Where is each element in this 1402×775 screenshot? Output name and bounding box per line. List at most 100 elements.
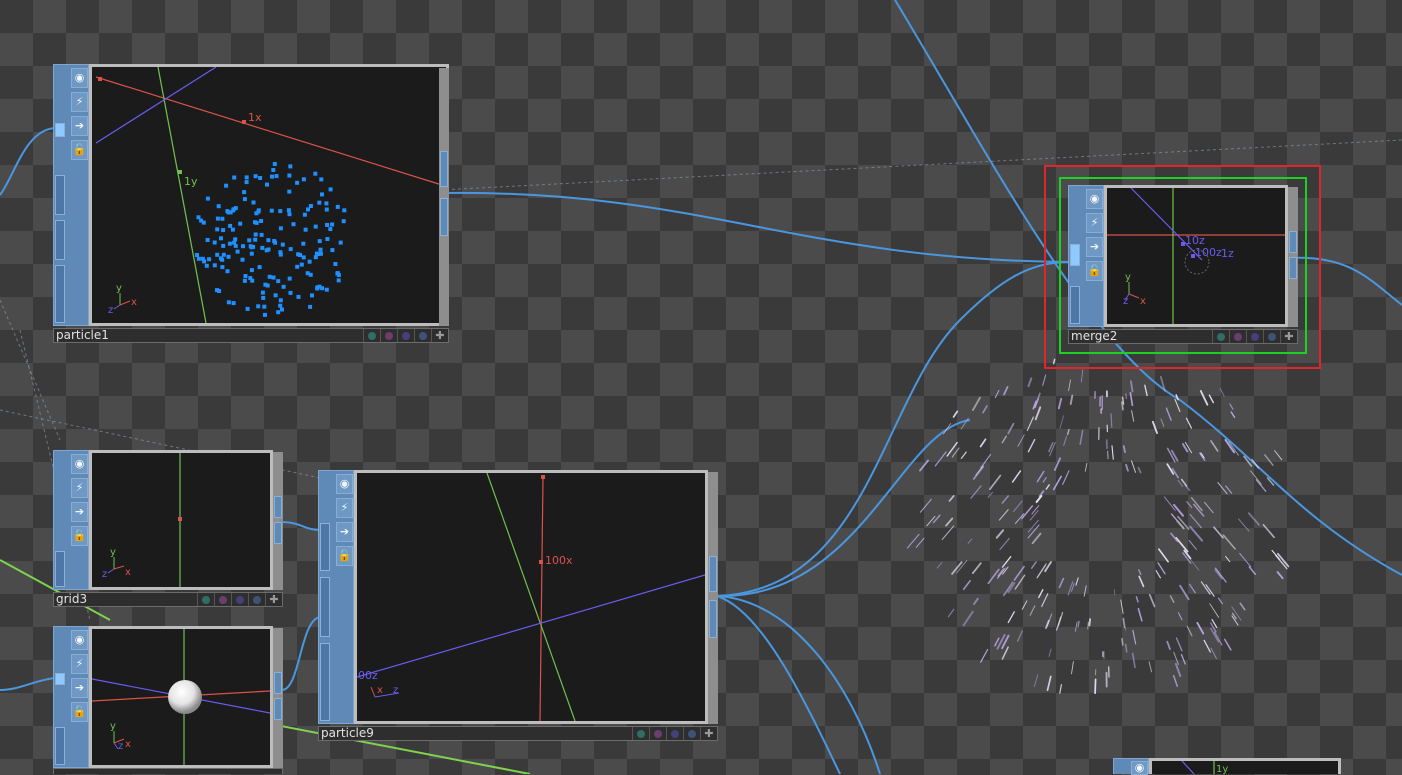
node-viewer[interactable]: y z x [89, 450, 273, 590]
axis-gizmo: y z x [108, 283, 137, 316]
particle-point [337, 278, 341, 282]
node-resize-bar[interactable] [439, 68, 449, 326]
plus-icon[interactable]: ✚ [265, 593, 282, 606]
node-viewer[interactable]: 1x 1y y z x [89, 64, 449, 326]
bypass-icon[interactable]: ⚡ [71, 92, 88, 112]
node-merge2[interactable]: ◉ ⚡ ➔ 🔓 10z 100z 1z y [1068, 185, 1298, 345]
node-toolbar: ◉ ⚡ ➔ 🔓 [318, 470, 354, 724]
node-name[interactable]: grid3 [56, 592, 87, 606]
lock-icon[interactable]: 🔓 [71, 526, 88, 546]
particle-point [295, 181, 299, 185]
input-connector[interactable] [55, 265, 65, 323]
flag-dot[interactable] [1263, 330, 1280, 343]
flag-dot[interactable] [1229, 330, 1246, 343]
output-connector[interactable] [274, 496, 282, 518]
particle-point [222, 253, 226, 257]
node-viewer[interactable]: 100x 00z x z [354, 470, 708, 724]
gizmo-z: z [118, 741, 123, 752]
input-connector[interactable] [55, 551, 65, 587]
node-name[interactable]: particle9 [321, 726, 374, 740]
lock-icon[interactable]: 🔓 [71, 140, 88, 160]
flag-dot[interactable] [214, 593, 231, 606]
plus-icon[interactable]: ✚ [431, 329, 448, 342]
node-name[interactable]: merge2 [1071, 329, 1117, 343]
flag-dot[interactable] [414, 329, 431, 342]
particle-point [313, 172, 317, 176]
input-connector[interactable] [320, 523, 330, 571]
lock-icon[interactable]: 🔓 [71, 702, 88, 722]
particle-point [259, 219, 263, 223]
flag-dot[interactable] [380, 329, 397, 342]
output-connector[interactable] [440, 198, 448, 236]
viewer-icon[interactable]: ◉ [1086, 189, 1103, 209]
flag-dot[interactable] [649, 727, 666, 740]
node-resize-bar[interactable] [273, 452, 283, 590]
flag-dot[interactable] [666, 727, 683, 740]
node-viewer[interactable]: 10z 100z 1z y z x [1104, 185, 1288, 327]
input-connector[interactable] [1070, 244, 1080, 266]
particle-point [221, 228, 225, 232]
flag-dot[interactable] [397, 329, 414, 342]
output-connector[interactable] [274, 698, 282, 720]
flag-dot[interactable] [1212, 330, 1229, 343]
gizmo-y: y [1125, 272, 1131, 283]
input-connector[interactable] [55, 727, 65, 765]
lock-icon[interactable]: 🔓 [1086, 261, 1103, 281]
particle-point [278, 209, 282, 213]
node-viewer[interactable]: y z x [89, 626, 273, 768]
flag-dot[interactable] [1246, 330, 1263, 343]
cook-icon[interactable]: ➔ [71, 678, 88, 698]
flag-dot[interactable] [363, 329, 380, 342]
lock-icon[interactable]: 🔓 [336, 546, 353, 566]
node-grid3[interactable]: ◉ ⚡ ➔ 🔓 y z x grid3 [53, 450, 283, 608]
plus-icon[interactable]: ✚ [1280, 330, 1297, 343]
flag-dot[interactable] [683, 727, 700, 740]
viewer-icon[interactable]: ◉ [1131, 761, 1148, 775]
input-connector[interactable] [320, 577, 330, 637]
cook-icon[interactable]: ➔ [1086, 237, 1103, 257]
cook-icon[interactable]: ➔ [336, 522, 353, 542]
node-particle1[interactable]: ◉ ⚡ ➔ 🔓 1x 1y y [53, 64, 449, 344]
cook-icon[interactable]: ➔ [71, 116, 88, 136]
viewer-icon[interactable]: ◉ [71, 454, 88, 474]
node-resize-bar[interactable] [708, 472, 718, 724]
plus-icon[interactable]: ✚ [700, 727, 717, 740]
output-connector[interactable] [709, 600, 717, 638]
input-connector[interactable] [55, 673, 65, 685]
input-connector[interactable] [1070, 286, 1080, 324]
flag-dot[interactable] [632, 727, 649, 740]
input-connector[interactable] [320, 643, 330, 721]
node-particle9[interactable]: ◉ ⚡ ➔ 🔓 100x 00z x z [318, 470, 718, 742]
output-connector[interactable] [274, 522, 282, 544]
viewer-icon[interactable]: ◉ [336, 474, 353, 494]
particle-point [228, 224, 232, 228]
output-connector[interactable] [1289, 231, 1297, 253]
node-viewer[interactable]: 1y [1149, 758, 1341, 774]
axis-gizmo: y z x [102, 547, 131, 580]
output-connector[interactable] [1289, 257, 1297, 279]
cook-icon[interactable]: ➔ [71, 502, 88, 522]
particle-point [263, 283, 267, 287]
bypass-icon[interactable]: ⚡ [71, 478, 88, 498]
flag-dot[interactable] [197, 593, 214, 606]
node-sphere[interactable]: ◉ ⚡ ➔ 🔓 [53, 626, 283, 774]
particle-point [270, 209, 274, 213]
node-partial[interactable]: ◉ 1y [1113, 758, 1341, 774]
viewer-icon[interactable]: ◉ [71, 68, 88, 88]
viewer-icon[interactable]: ◉ [71, 630, 88, 650]
flag-dot[interactable] [248, 593, 265, 606]
input-connector[interactable] [55, 175, 65, 215]
sphere-preview [168, 680, 202, 714]
output-connector[interactable] [274, 672, 282, 694]
output-connector[interactable] [709, 556, 717, 592]
bypass-icon[interactable]: ⚡ [1086, 213, 1103, 233]
input-connector[interactable] [55, 123, 65, 137]
bypass-icon[interactable]: ⚡ [71, 654, 88, 674]
node-name[interactable]: particle1 [56, 328, 109, 342]
particle-point [330, 223, 334, 227]
bypass-icon[interactable]: ⚡ [336, 498, 353, 518]
particle-point [325, 288, 329, 292]
input-connector[interactable] [55, 220, 65, 260]
flag-dot[interactable] [231, 593, 248, 606]
output-connector[interactable] [440, 151, 448, 187]
